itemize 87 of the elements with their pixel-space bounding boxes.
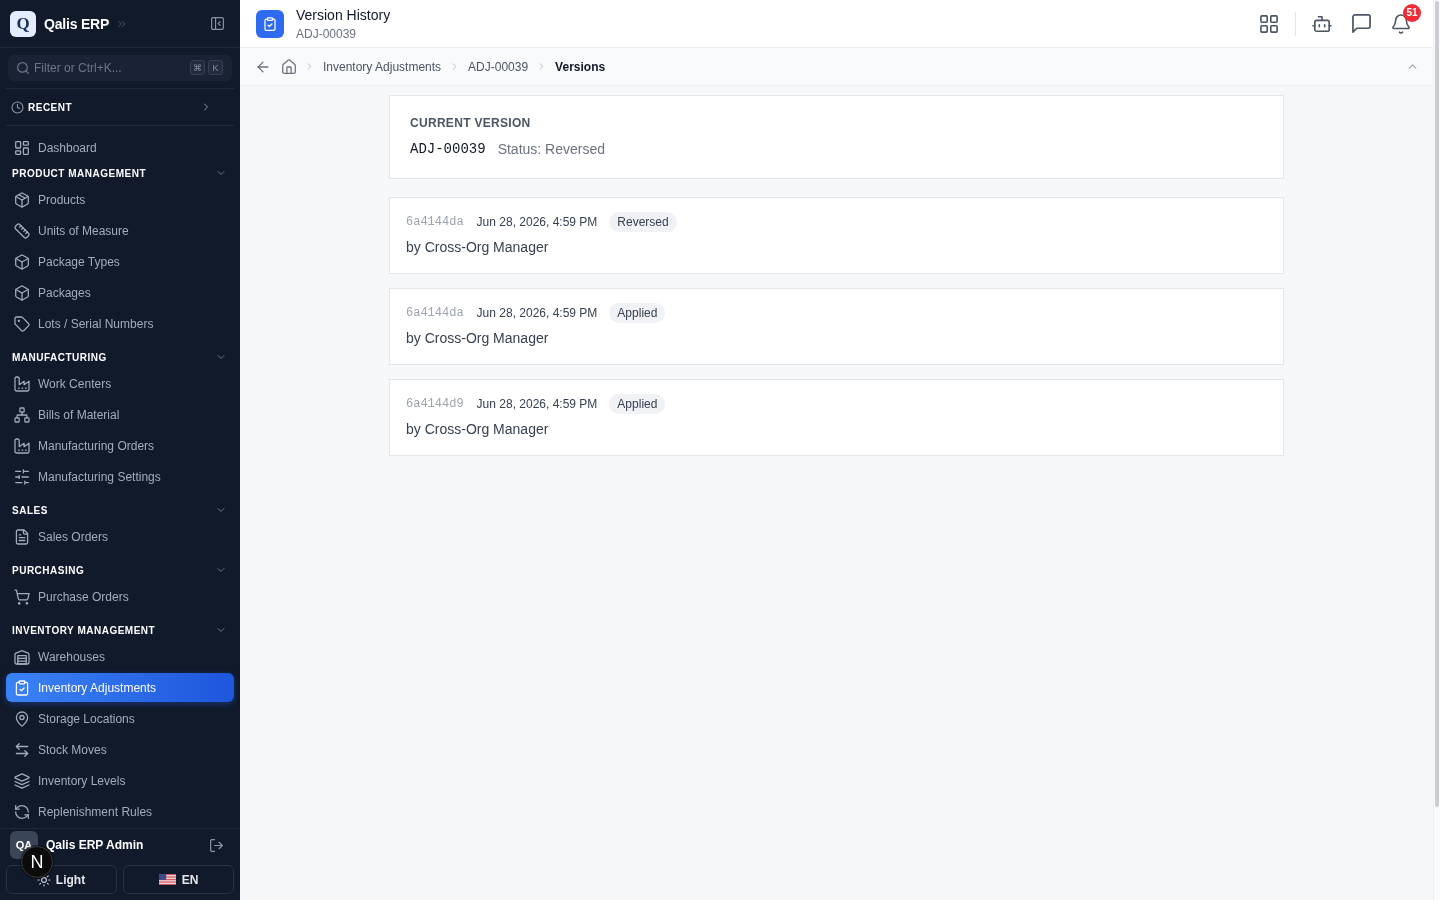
section-header[interactable]: INVENTORY MANAGEMENT bbox=[6, 620, 234, 640]
shortcut-key: ⌘ bbox=[190, 60, 205, 75]
nav-item[interactable]: Bills of Material bbox=[6, 400, 234, 429]
version-date: Jun 28, 2026, 4:59 PM bbox=[476, 397, 598, 411]
hierarchy-icon bbox=[15, 407, 29, 422]
document-icon bbox=[15, 529, 29, 544]
page-subtitle: ADJ-00039 bbox=[296, 25, 358, 42]
version-hash: 6a4144da bbox=[406, 306, 464, 320]
nav-item[interactable]: Package Types bbox=[6, 247, 234, 276]
nav-item[interactable]: Purchase Orders bbox=[6, 582, 234, 611]
nav-item[interactable]: Replenishment Rules bbox=[6, 797, 234, 826]
version-author: by Cross-Org Manager bbox=[406, 238, 549, 257]
layers-icon bbox=[15, 773, 29, 788]
nav-item[interactable]: Inventory Adjustments bbox=[6, 673, 234, 702]
version-hash: 6a4144da bbox=[406, 215, 464, 229]
tag-icon bbox=[15, 316, 29, 331]
breadcrumb-current: Versions bbox=[555, 59, 606, 74]
version-card[interactable]: 6a4144d9 Jun 28, 2026, 4:59 PM Applied by Cross-Org Manager bbox=[389, 379, 1284, 456]
arrows-icon bbox=[15, 742, 29, 757]
sliders-icon bbox=[15, 469, 29, 484]
clock-icon bbox=[12, 101, 23, 113]
map-pin-icon bbox=[15, 711, 29, 726]
chevron-right-icon bbox=[305, 62, 314, 71]
app-logo[interactable]: Q bbox=[10, 10, 36, 37]
version-date: Jun 28, 2026, 4:59 PM bbox=[476, 306, 598, 320]
document-number: ADJ-00039 bbox=[410, 141, 486, 157]
nav-item[interactable]: Inventory Levels bbox=[6, 766, 234, 795]
nav-item[interactable]: Warehouses bbox=[6, 642, 234, 671]
status-badge: Applied bbox=[609, 303, 666, 323]
ruler-icon bbox=[15, 223, 29, 238]
apps-grid-icon[interactable] bbox=[1260, 14, 1278, 33]
nav-item[interactable]: Units of Measure bbox=[6, 216, 234, 245]
nav-item[interactable]: Storage Locations bbox=[6, 704, 234, 733]
chevron-right-icon bbox=[450, 62, 460, 71]
dashboard-icon bbox=[15, 140, 29, 155]
section-header[interactable]: PURCHASING bbox=[6, 560, 234, 580]
app-name: Qalis ERP bbox=[44, 15, 110, 32]
language-button[interactable]: EN bbox=[123, 865, 234, 894]
nav-item[interactable]: Sales Orders bbox=[6, 522, 234, 551]
version-author: by Cross-Org Manager bbox=[406, 420, 549, 439]
section-header[interactable]: SALES bbox=[6, 500, 234, 520]
section-header[interactable]: MANUFACTURING bbox=[6, 347, 234, 367]
chat-icon[interactable] bbox=[1352, 14, 1371, 33]
cart-icon bbox=[15, 589, 29, 604]
breadcrumb-link[interactable]: ADJ-00039 bbox=[468, 59, 529, 74]
logout-icon[interactable] bbox=[210, 838, 223, 852]
factory-icon bbox=[15, 438, 29, 453]
breadcrumb-link[interactable]: Inventory Adjustments bbox=[323, 59, 442, 74]
version-hash: 6a4144d9 bbox=[406, 397, 464, 411]
version-date: Jun 28, 2026, 4:59 PM bbox=[476, 215, 598, 229]
nav-item[interactable]: Products bbox=[6, 185, 234, 214]
shortcut-key: K bbox=[208, 60, 223, 75]
page-title: Version History bbox=[296, 5, 391, 24]
sidebar-panel-icon[interactable] bbox=[211, 17, 224, 30]
status-badge: Applied bbox=[609, 394, 666, 414]
nav-item[interactable]: Stock Moves bbox=[6, 735, 234, 764]
recent-header[interactable]: RECENT bbox=[6, 89, 234, 126]
section-header[interactable]: PRODUCT MANAGEMENT bbox=[6, 163, 234, 183]
version-card[interactable]: 6a4144da Jun 28, 2026, 4:59 PM Applied by Cross-Org Manager bbox=[389, 288, 1284, 365]
sun-icon bbox=[37, 873, 50, 886]
chevron-right-icon bbox=[537, 62, 547, 71]
version-card[interactable]: 6a4144da Jun 28, 2026, 4:59 PM Reversed by Cross-Org Manager bbox=[389, 197, 1284, 274]
nav-item[interactable]: Packages bbox=[6, 278, 234, 307]
nav-item[interactable]: Lots / Serial Numbers bbox=[6, 309, 234, 338]
nav-item[interactable]: Work Centers bbox=[6, 369, 234, 398]
status-badge: Reversed bbox=[609, 212, 677, 232]
nav-item[interactable]: Manufacturing Orders bbox=[6, 431, 234, 460]
factory-icon bbox=[15, 376, 29, 391]
cube-icon bbox=[15, 254, 29, 269]
refresh-icon bbox=[15, 804, 29, 819]
package-icon bbox=[15, 192, 29, 207]
search-icon bbox=[17, 62, 29, 74]
section-label: CURRENT VERSION bbox=[410, 115, 531, 131]
bell-icon[interactable] bbox=[1392, 14, 1410, 33]
nav-item[interactable]: Manufacturing Settings bbox=[6, 462, 234, 491]
version-author: by Cross-Org Manager bbox=[406, 329, 549, 348]
scrollbar-thumb[interactable] bbox=[1435, 1, 1439, 807]
flag-icon bbox=[158, 874, 176, 885]
cube-icon bbox=[15, 285, 29, 300]
warehouse-icon bbox=[15, 649, 29, 664]
home-icon[interactable] bbox=[282, 59, 296, 74]
nav-item[interactable]: Dashboard bbox=[6, 133, 234, 162]
clipboard-check-icon bbox=[256, 9, 284, 38]
clipboard-check-icon bbox=[15, 680, 29, 695]
status-text: Status: Reversed bbox=[497, 141, 605, 157]
notification-badge: 51 bbox=[1403, 3, 1421, 22]
robot-icon[interactable] bbox=[1313, 14, 1331, 33]
